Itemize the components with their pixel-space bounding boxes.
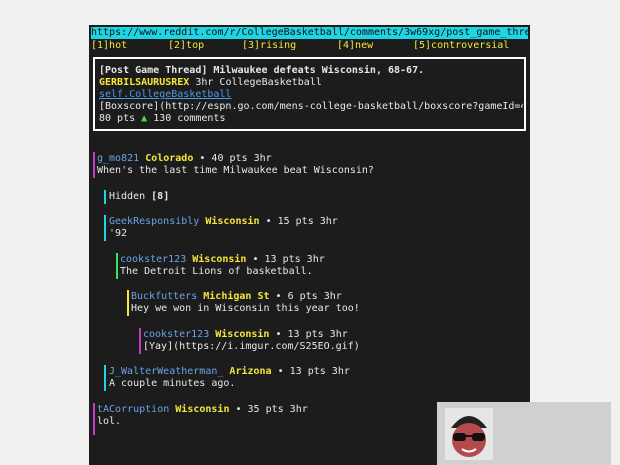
sort-tabs: [1]hot [2]top [3]rising [4]new [5]contro… (91, 40, 528, 52)
post-byline: GERBILSAURUSREX 3hr CollegeBasketball (99, 77, 523, 89)
comment-meta: • 35 pts 3hr (235, 404, 308, 415)
post-domain-link[interactable]: self.CollegeBasketball (99, 89, 231, 100)
comment[interactable]: J_WalterWeatherman_ Arizona • 13 pts 3hr… (109, 366, 350, 390)
thread-bar (104, 215, 106, 241)
comment-body: [Yay](https://i.imgur.com/S25EO.gif) (143, 341, 360, 352)
thread-bar (93, 152, 95, 178)
post-age-subreddit: 3hr CollegeBasketball (195, 77, 322, 88)
tab-top[interactable]: [2]top (168, 40, 204, 52)
comment-header: J_WalterWeatherman_ Arizona • 13 pts 3hr (109, 366, 350, 378)
post-points: 80 pts (99, 113, 136, 124)
comment-author[interactable]: g_mo821 (97, 153, 139, 164)
hidden-label: Hidden (109, 191, 146, 202)
comment[interactable]: g_mo821 Colorado • 40 pts 3hr When's the… (97, 153, 374, 177)
comment-header: cookster123 Wisconsin • 13 pts 3hr (143, 329, 360, 341)
comment-header: cookster123 Wisconsin • 13 pts 3hr (120, 254, 325, 266)
url-bar[interactable]: https://www.reddit.com/r/CollegeBasketba… (91, 27, 528, 39)
thread-bar (139, 328, 141, 354)
user-avatar-panel (437, 402, 611, 465)
thread-bar (93, 403, 95, 435)
comment-meta: • 6 pts 3hr (275, 291, 342, 302)
comment[interactable]: cookster123 Wisconsin • 13 pts 3hr [Yay]… (143, 329, 360, 353)
comment[interactable]: cookster123 Wisconsin • 13 pts 3hr The D… (120, 254, 325, 278)
comment-body: When's the last time Milwaukee beat Wisc… (97, 165, 374, 176)
comment-meta: • 13 pts 3hr (275, 329, 348, 340)
comment-header: GeekResponsibly Wisconsin • 15 pts 3hr (109, 216, 338, 228)
comment-flair: Michigan St (203, 291, 270, 302)
comment-body: lol. (97, 416, 122, 427)
comment-author[interactable]: cookster123 (143, 329, 209, 340)
comment-author[interactable]: J_WalterWeatherman_ (109, 366, 223, 377)
comment-header: Buckfutters Michigan St • 6 pts 3hr (131, 291, 360, 303)
post-body: [Boxscore](http://espn.go.com/mens-colle… (99, 101, 523, 112)
comment-body: Hey we won in Wisconsin this year too! (131, 303, 360, 314)
post-card[interactable]: [Post Game Thread] Milwaukee defeats Wis… (93, 57, 526, 131)
post-title[interactable]: [Post Game Thread] Milwaukee defeats Wis… (99, 65, 523, 77)
comment-author[interactable]: tACorruption (97, 404, 169, 415)
terminal-window: https://www.reddit.com/r/CollegeBasketba… (89, 25, 530, 465)
comment-body: A couple minutes ago. (109, 378, 236, 389)
comment-header: g_mo821 Colorado • 40 pts 3hr (97, 153, 374, 165)
comment-author[interactable]: GeekResponsibly (109, 216, 199, 227)
post-stats: 80 pts ▲ 130 comments (99, 113, 523, 125)
thread-bar (104, 365, 106, 391)
tab-hot[interactable]: [1]hot (91, 40, 127, 52)
comment-body: The Detroit Lions of basketball. (120, 266, 313, 277)
comment[interactable]: GeekResponsibly Wisconsin • 15 pts 3hr '… (109, 216, 338, 240)
post-author[interactable]: GERBILSAURUSREX (99, 77, 189, 88)
comment-flair: Wisconsin (192, 254, 247, 265)
comment-author[interactable]: cookster123 (120, 254, 186, 265)
post-domain-line: self.CollegeBasketball (99, 89, 523, 101)
comment-flair: Arizona (229, 366, 272, 377)
hidden-comments[interactable]: Hidden [8] (109, 191, 169, 203)
comment-flair: Colorado (145, 153, 194, 164)
comment-meta: • 15 pts 3hr (265, 216, 338, 227)
comment-header: tACorruption Wisconsin • 35 pts 3hr (97, 404, 308, 416)
sunglasses-face-icon (445, 408, 493, 460)
tab-rising[interactable]: [3]rising (242, 40, 296, 52)
post-comment-count[interactable]: 130 comments (153, 113, 225, 124)
thread-bar (104, 190, 106, 204)
thread-bar (116, 253, 118, 279)
comment-meta: • 13 pts 3hr (252, 254, 325, 265)
comment-flair: Wisconsin (205, 216, 260, 227)
comment-flair: Wisconsin (215, 329, 270, 340)
comment[interactable]: tACorruption Wisconsin • 35 pts 3hr lol. (97, 404, 308, 428)
comment-body: '92 (109, 228, 128, 239)
comment-flair: Wisconsin (175, 404, 230, 415)
comment-meta: • 40 pts 3hr (199, 153, 272, 164)
tab-controversial[interactable]: [5]controversial (413, 40, 509, 52)
upvote-arrow-icon[interactable]: ▲ (141, 113, 147, 124)
comment-meta: • 13 pts 3hr (277, 366, 350, 377)
comment-author[interactable]: Buckfutters (131, 291, 197, 302)
comment[interactable]: Buckfutters Michigan St • 6 pts 3hr Hey … (131, 291, 360, 315)
hidden-count: [8] (151, 191, 170, 202)
tab-new[interactable]: [4]new (337, 40, 373, 52)
thread-bar (127, 290, 129, 316)
